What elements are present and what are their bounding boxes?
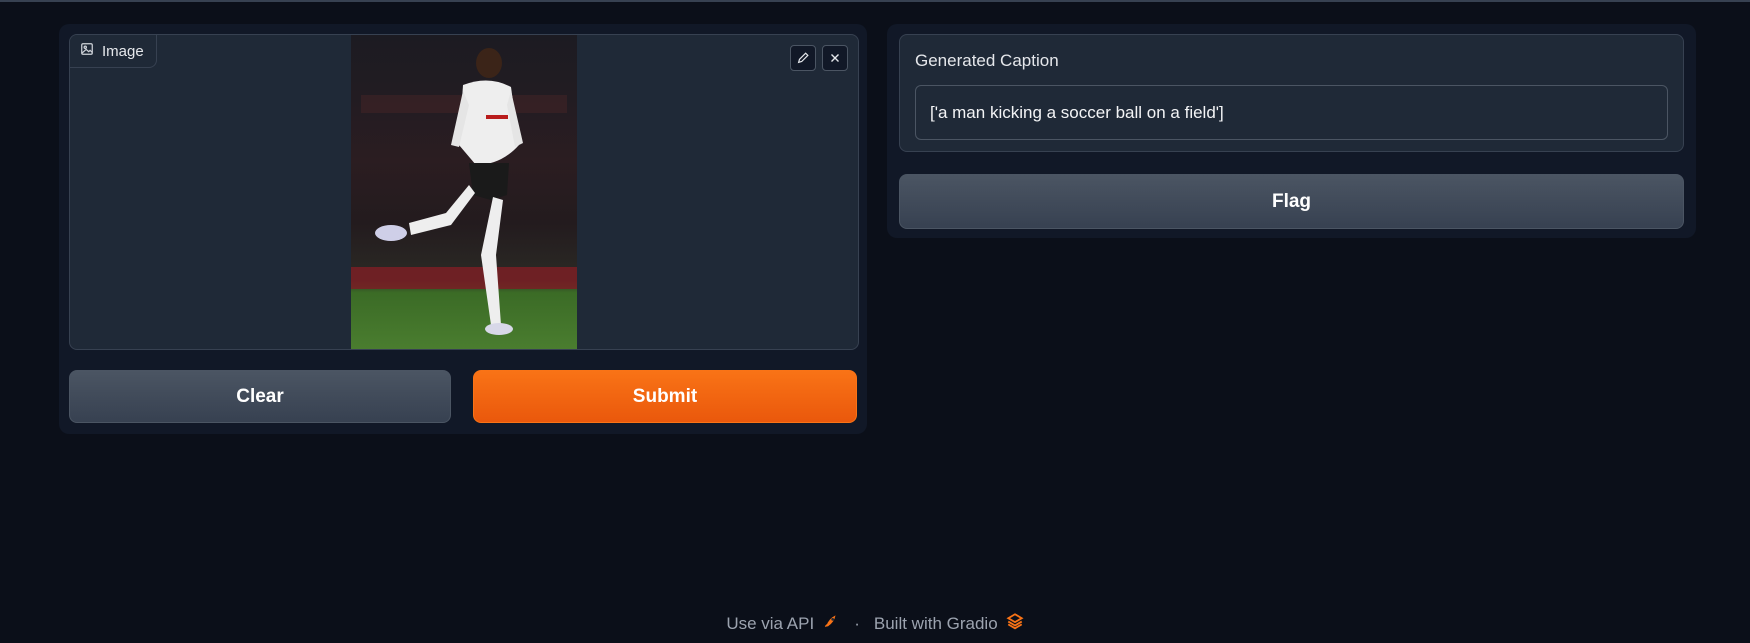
flag-button[interactable]: Flag <box>899 174 1684 229</box>
image-icon <box>80 42 94 60</box>
image-block-label: Image <box>70 35 157 68</box>
input-panel: Image Clear Submit <box>59 24 867 434</box>
image-toolbar <box>790 45 848 71</box>
use-via-api-link[interactable]: Use via API <box>726 614 814 634</box>
gradio-logo-icon <box>1006 612 1024 635</box>
footer-separator: · <box>854 613 860 633</box>
close-icon[interactable] <box>822 45 848 71</box>
output-panel: Generated Caption ['a man kicking a socc… <box>887 24 1696 238</box>
top-divider <box>0 0 1750 2</box>
footer: Use via API · Built with Gradio <box>0 612 1750 635</box>
pencil-icon[interactable] <box>790 45 816 71</box>
caption-textbox[interactable]: ['a man kicking a soccer ball on a field… <box>915 85 1668 140</box>
caption-output-block: Generated Caption ['a man kicking a socc… <box>899 34 1684 152</box>
image-label-text: Image <box>102 42 144 60</box>
uploaded-image <box>351 35 577 349</box>
caption-label: Generated Caption <box>915 51 1059 70</box>
submit-button[interactable]: Submit <box>473 370 857 423</box>
built-with-gradio-link[interactable]: Built with Gradio <box>874 614 998 634</box>
rocket-icon <box>822 612 840 635</box>
clear-button[interactable]: Clear <box>69 370 451 423</box>
caption-text: ['a man kicking a soccer ball on a field… <box>930 102 1224 122</box>
image-upload-block[interactable]: Image <box>69 34 859 350</box>
